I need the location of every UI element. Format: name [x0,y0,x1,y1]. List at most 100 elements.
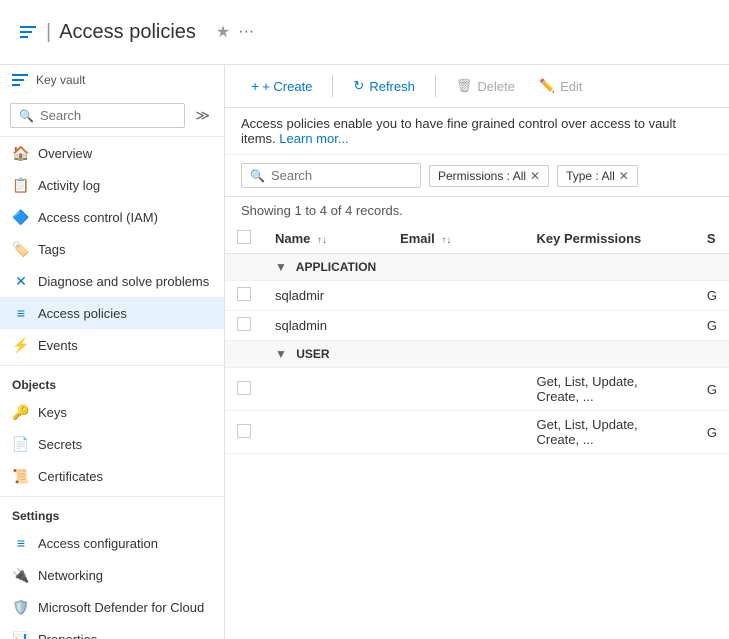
cell-key-2 [525,311,695,341]
edit-icon: ✏️ [539,78,555,94]
sidebar-search-input[interactable] [40,108,176,123]
type-filter-tag: Type : All ✕ [557,165,638,187]
table-row: Get, List, Update, Create, ... G [225,368,729,411]
diagnose-icon: ✕ [12,272,30,290]
refresh-icon: ↻ [353,78,364,94]
access-policies-icon: ≡ [12,304,30,322]
cell-name-3 [263,368,388,411]
name-sort-icon: ↑↓ [317,235,327,246]
type-filter-close[interactable]: ✕ [619,169,629,183]
user-chevron-icon[interactable]: ▼ [275,347,287,361]
row-checkbox-2[interactable] [237,317,251,331]
certificates-icon: 📜 [12,467,30,485]
cell-key-1 [525,281,695,311]
application-chevron-icon[interactable]: ▼ [275,260,287,274]
create-label: + Create [262,79,312,94]
sidebar-access-control-label: Access control (IAM) [38,210,158,225]
sidebar-item-properties[interactable]: 📊 Properties [0,623,224,639]
sidebar-kv-icon [12,74,28,86]
info-bar: Access policies enable you to have fine … [225,108,729,155]
sidebar-overview-label: Overview [38,146,92,161]
sidebar-item-access-control[interactable]: 🔷 Access control (IAM) [0,201,224,233]
filter-search-input[interactable] [271,168,412,183]
header-checkbox[interactable] [237,230,251,244]
page-header: | Access policies ★ ··· [0,0,729,65]
email-column-header[interactable]: Email ↑↓ [388,224,524,254]
refresh-button[interactable]: ↻ Refresh [343,73,424,99]
sidebar-search-container: 🔍 ≫ [0,95,224,137]
sidebar-item-activity-log[interactable]: 📋 Activity log [0,169,224,201]
edit-button[interactable]: ✏️ Edit [529,73,593,99]
sidebar-tags-label: Tags [38,242,65,257]
permissions-filter-label: Permissions : All [438,169,526,183]
learn-more-link[interactable]: Learn mor... [279,131,348,146]
cell-name-2: sqladmin [263,311,388,341]
create-button[interactable]: + + Create [241,73,322,99]
secrets-icon: 📄 [12,435,30,453]
main-layout: Key vault 🔍 ≫ 🏠 Overview 📋 Activity log … [0,65,729,639]
sidebar-networking-label: Networking [38,568,103,583]
refresh-label: Refresh [369,79,415,94]
create-icon: + [251,78,259,94]
application-group-row: ▼ APPLICATION [225,254,729,281]
header-checkbox-col [225,224,263,254]
sidebar-collapse-icon[interactable]: ≫ [191,105,214,126]
sidebar-search-icon: 🔍 [19,109,34,123]
sidebar-item-access-policies[interactable]: ≡ Access policies [0,297,224,329]
edit-label: Edit [560,79,582,94]
cell-key-4: Get, List, Update, Create, ... [525,411,695,454]
sidebar-item-diagnose[interactable]: ✕ Diagnose and solve problems [0,265,224,297]
user-group-label: USER [296,347,329,361]
sidebar-item-overview[interactable]: 🏠 Overview [0,137,224,169]
sidebar-defender-label: Microsoft Defender for Cloud [38,600,204,615]
delete-button[interactable]: 🗑 Delete [446,73,525,99]
type-filter-label: Type : All [566,169,615,183]
key-vault-icon [20,26,36,38]
access-control-icon: 🔷 [12,208,30,226]
sidebar-search-box[interactable]: 🔍 [10,103,185,128]
networking-icon: 🔌 [12,566,30,584]
sidebar-item-keys[interactable]: 🔑 Keys [0,396,224,428]
overview-icon: 🏠 [12,144,30,162]
application-group-label: APPLICATION [296,260,376,274]
cell-s-1: G [695,281,729,311]
sidebar-item-tags[interactable]: 🏷️ Tags [0,233,224,265]
row-checkbox-1[interactable] [237,287,251,301]
access-policies-table: Name ↑↓ Email ↑↓ Key Permissions S [225,224,729,454]
sidebar-item-events[interactable]: ⚡ Events [0,329,224,361]
sidebar-properties-label: Properties [38,632,97,639]
table-container: Name ↑↓ Email ↑↓ Key Permissions S [225,224,729,639]
email-sort-icon: ↑↓ [441,235,451,246]
sidebar-access-config-label: Access configuration [38,536,158,551]
user-group-row: ▼ USER [225,341,729,368]
s-column-header: S [695,224,729,254]
delete-icon: 🗑 [456,78,473,94]
activity-log-icon: 📋 [12,176,30,194]
sidebar-item-access-config[interactable]: ≡ Access configuration [0,527,224,559]
page-title: Access policies [59,21,196,44]
sidebar-activity-label: Activity log [38,178,100,193]
toolbar-sep-1 [332,75,333,97]
sidebar-item-secrets[interactable]: 📄 Secrets [0,428,224,460]
name-column-header[interactable]: Name ↑↓ [263,224,388,254]
cell-s-2: G [695,311,729,341]
row-checkbox-3[interactable] [237,381,251,395]
table-header: Name ↑↓ Email ↑↓ Key Permissions S [225,224,729,254]
main-content: + + Create ↻ Refresh 🗑 Delete ✏️ Edit Ac… [225,65,729,639]
permissions-filter-close[interactable]: ✕ [530,169,540,183]
favorite-star-icon[interactable]: ★ [216,22,230,42]
properties-icon: 📊 [12,630,30,639]
sidebar-secrets-label: Secrets [38,437,82,452]
row-checkbox-4[interactable] [237,424,251,438]
sidebar-item-networking[interactable]: 🔌 Networking [0,559,224,591]
cell-email-2 [388,311,524,341]
sidebar-key-vault-header: Key vault [0,65,224,95]
filter-search-box[interactable]: 🔍 [241,163,421,188]
more-options-icon[interactable]: ··· [238,23,254,41]
key-permissions-column-header: Key Permissions [525,224,695,254]
permissions-filter-tag: Permissions : All ✕ [429,165,549,187]
sidebar-item-certificates[interactable]: 📜 Certificates [0,460,224,492]
access-config-icon: ≡ [12,534,30,552]
sidebar-item-defender[interactable]: 🛡️ Microsoft Defender for Cloud [0,591,224,623]
cell-email-4 [388,411,524,454]
